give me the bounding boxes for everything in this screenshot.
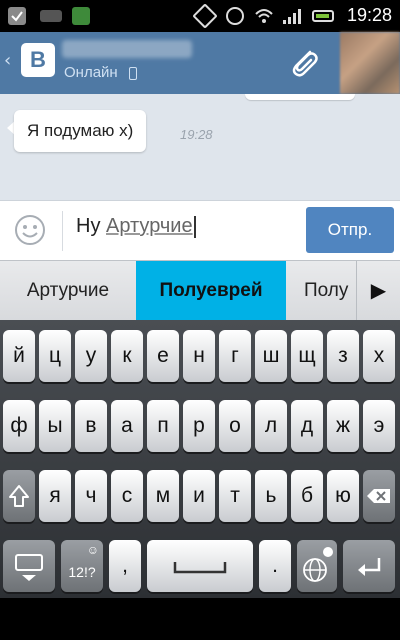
key[interactable]: з [327, 330, 359, 382]
backspace-key[interactable] [363, 470, 395, 522]
shift-icon [9, 485, 29, 507]
text-caret [193, 215, 196, 238]
key[interactable]: г [219, 330, 251, 382]
suggestion-item-selected[interactable]: Полуеврей [136, 261, 286, 320]
enter-key[interactable] [343, 540, 395, 592]
key[interactable]: в [75, 400, 107, 452]
back-chevron-icon[interactable]: ‹ [4, 50, 11, 71]
key[interactable]: ц [39, 330, 71, 382]
key[interactable]: я [39, 470, 71, 522]
key[interactable]: п [147, 400, 179, 452]
key[interactable]: щ [291, 330, 323, 382]
contact-name [62, 40, 192, 58]
previous-message-bubble [245, 94, 355, 100]
alarm-icon [226, 7, 244, 25]
key[interactable]: е [147, 330, 179, 382]
phone-icon [129, 67, 137, 80]
key[interactable]: х [363, 330, 395, 382]
rotate-lock-icon [192, 3, 218, 29]
keyboard: й ц у к е н г ш щ з х ф ы в а п р о л д … [0, 320, 400, 598]
typed-word: Ну [76, 215, 101, 237]
key[interactable]: т [219, 470, 251, 522]
key[interactable]: ф [3, 400, 35, 452]
hide-keyboard-key[interactable] [3, 540, 55, 592]
space-icon [173, 562, 227, 574]
chat-header: ‹ В Онлайн [0, 32, 400, 94]
shift-key[interactable] [3, 470, 35, 522]
suggestion-item[interactable]: Артурчие [0, 261, 136, 320]
backspace-icon [367, 489, 390, 503]
battery-icon [312, 10, 334, 22]
keyboard-notification-icon [40, 10, 62, 22]
message-time: 19:28 [180, 127, 213, 142]
message-input[interactable]: Ну Артурчие [76, 215, 196, 238]
key[interactable]: а [111, 400, 143, 452]
more-suggestions-arrow-icon[interactable]: ▶ [356, 261, 400, 320]
signal-icon [282, 7, 301, 25]
symbols-label: 12!? [68, 564, 96, 580]
online-status: Онлайн [64, 64, 118, 81]
key[interactable]: б [291, 470, 323, 522]
key[interactable]: к [111, 330, 143, 382]
key[interactable]: р [183, 400, 215, 452]
message-bubble[interactable]: Я подумаю х) [14, 110, 147, 152]
navigation-strip [0, 598, 400, 640]
symbols-key[interactable]: ☺ 12!? [61, 540, 103, 592]
space-key[interactable] [147, 540, 253, 592]
key[interactable]: ч [75, 470, 107, 522]
smiley-icon[interactable] [14, 214, 46, 246]
status-time: 19:28 [346, 5, 392, 25]
key[interactable]: ж [327, 400, 359, 452]
enter-icon [358, 558, 381, 576]
app-notification-icon [72, 7, 90, 25]
vk-logo[interactable]: В [21, 43, 55, 77]
paperclip-icon[interactable] [284, 44, 324, 84]
chat-area[interactable]: Я подумаю х) 19:28 [0, 94, 400, 200]
key[interactable]: ю [327, 470, 359, 522]
hide-keyboard-icon [15, 554, 43, 581]
language-key[interactable] [297, 540, 337, 592]
status-bar: 19:28 [0, 0, 400, 32]
key[interactable]: д [291, 400, 323, 452]
composer-bar: Ну Артурчие Отпр. [0, 200, 400, 260]
language-globe-icon [303, 547, 333, 582]
key[interactable]: н [183, 330, 215, 382]
divider [62, 211, 63, 251]
key[interactable]: л [255, 400, 287, 452]
send-button[interactable]: Отпр. [306, 207, 394, 253]
comma-key[interactable]: , [109, 540, 141, 592]
avatar[interactable] [340, 32, 400, 94]
key[interactable]: ь [255, 470, 287, 522]
key[interactable]: ы [39, 400, 71, 452]
checkbox-notification-icon [8, 7, 26, 25]
suggestion-item[interactable]: Полу [286, 261, 356, 320]
key[interactable]: и [183, 470, 215, 522]
composing-word: Артурчие [106, 215, 193, 237]
key[interactable]: у [75, 330, 107, 382]
key[interactable]: о [219, 400, 251, 452]
suggestion-bar: Артурчие Полуеврей Полу ▶ [0, 260, 400, 320]
wifi-icon [254, 7, 273, 25]
key[interactable]: й [3, 330, 35, 382]
key[interactable]: с [111, 470, 143, 522]
key[interactable]: э [363, 400, 395, 452]
key[interactable]: ш [255, 330, 287, 382]
period-key[interactable]: . [259, 540, 291, 592]
key[interactable]: м [147, 470, 179, 522]
